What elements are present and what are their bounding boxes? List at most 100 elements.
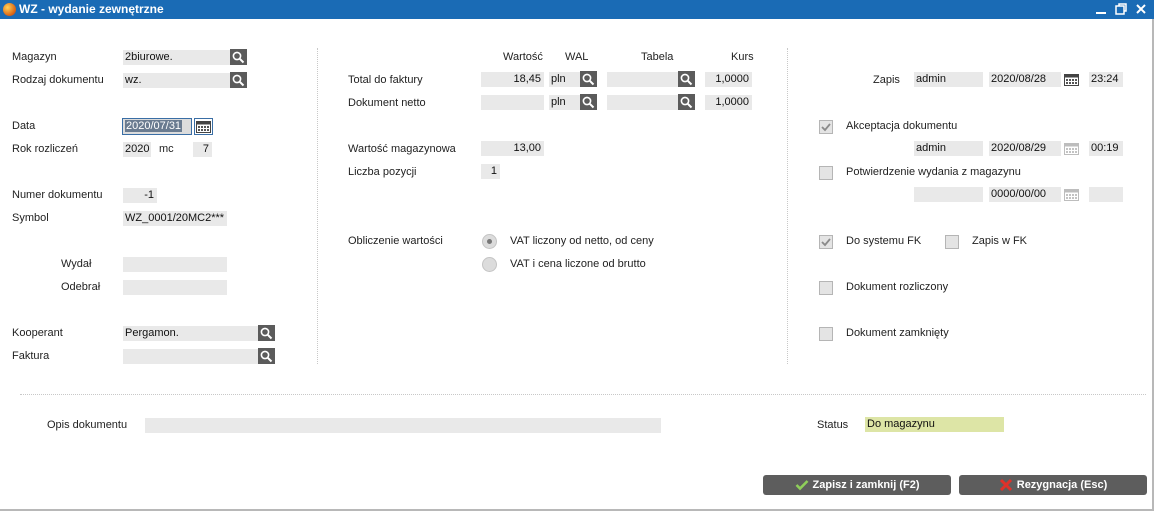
- title-bar: WZ - wydanie zewnętrzne: [0, 0, 1154, 19]
- restore-icon[interactable]: [1113, 2, 1129, 17]
- calendar-icon: [1064, 189, 1079, 201]
- numer-dokumentu-field[interactable]: -1: [123, 188, 157, 203]
- rodzaj-dokumentu-field[interactable]: wz.: [123, 73, 230, 88]
- liczba-pozycji-field[interactable]: 1: [481, 164, 500, 179]
- odebral-field[interactable]: [123, 280, 227, 295]
- magazyn-field[interactable]: 2biurowe.: [123, 50, 230, 65]
- zapis-date-field[interactable]: 2020/08/28: [989, 72, 1061, 87]
- total-wal-search-button[interactable]: [580, 71, 597, 87]
- save-and-close-button[interactable]: Zapisz i zamknij (F2): [763, 475, 951, 495]
- netto-tabela-field[interactable]: [607, 95, 678, 110]
- akceptacja-label: Akceptacja dokumentu: [846, 120, 958, 132]
- column-separator-right: [787, 48, 788, 364]
- search-icon: [232, 74, 245, 87]
- dokument-netto-label: Dokument netto: [348, 97, 426, 109]
- data-field[interactable]: 2020/07/31: [122, 118, 192, 135]
- dokument-netto-field[interactable]: [481, 95, 544, 110]
- akceptacja-date-field[interactable]: 2020/08/29: [989, 141, 1061, 156]
- search-icon: [232, 51, 245, 64]
- zapis-calendar-button[interactable]: [1063, 72, 1080, 87]
- opis-dokumentu-label: Opis dokumentu: [47, 419, 128, 431]
- minimize-icon[interactable]: [1093, 2, 1109, 17]
- radio-vat-od-netto[interactable]: [482, 234, 497, 249]
- potwierdzenie-user-field[interactable]: [914, 187, 983, 202]
- netto-tabela-search-button[interactable]: [678, 94, 695, 110]
- faktura-label: Faktura: [12, 350, 50, 362]
- odebral-label: Odebrał: [61, 281, 101, 293]
- dokument-zamkniety-label: Dokument zamknięty: [846, 327, 949, 339]
- do-systemu-fk-label: Do systemu FK: [846, 235, 922, 247]
- dokument-zamkniety-checkbox[interactable]: [819, 327, 833, 341]
- zapis-w-fk-label: Zapis w FK: [972, 235, 1028, 247]
- rodzaj-search-button[interactable]: [230, 72, 247, 88]
- akceptacja-calendar-button[interactable]: [1063, 141, 1080, 156]
- do-systemu-fk-checkbox[interactable]: [819, 235, 833, 249]
- faktura-field[interactable]: [123, 349, 258, 364]
- zapis-time-field[interactable]: 23:24: [1089, 72, 1123, 87]
- col-wal-header: WAL: [565, 51, 589, 63]
- checkmark-icon: [821, 123, 831, 132]
- search-icon: [582, 96, 595, 109]
- zapis-user-field[interactable]: admin: [914, 72, 983, 87]
- netto-wal-field[interactable]: pln: [549, 95, 580, 110]
- total-tabela-field[interactable]: [607, 72, 678, 87]
- obliczenie-wartosci-label: Obliczenie wartości: [348, 235, 443, 247]
- col-tabela-header: Tabela: [641, 51, 674, 63]
- akceptacja-checkbox[interactable]: [819, 120, 833, 134]
- status-field: Do magazynu: [865, 417, 1004, 432]
- radio-vat-od-brutto[interactable]: [482, 257, 497, 272]
- total-tabela-search-button[interactable]: [678, 71, 695, 87]
- rok-rozliczen-label: Rok rozliczeń: [12, 143, 79, 155]
- magazyn-label: Magazyn: [12, 51, 57, 63]
- close-icon[interactable]: [1133, 2, 1149, 17]
- wydal-field[interactable]: [123, 257, 227, 272]
- radio-vat-od-brutto-label: VAT i cena liczone od brutto: [510, 258, 646, 270]
- checkmark-icon: [821, 238, 831, 247]
- data-value: 2020/07/31: [125, 120, 183, 132]
- zapis-w-fk-checkbox[interactable]: [945, 235, 959, 249]
- kooperant-search-button[interactable]: [258, 325, 275, 341]
- mc-label: mc: [159, 143, 174, 155]
- wartosc-magazynowa-field[interactable]: 13,00: [481, 141, 544, 156]
- potwierdzenie-checkbox[interactable]: [819, 166, 833, 180]
- mc-field[interactable]: 7: [193, 142, 212, 157]
- window-title: WZ - wydanie zewnętrzne: [19, 2, 164, 16]
- numer-dokumentu-label: Numer dokumentu: [12, 189, 103, 201]
- cancel-button[interactable]: Rezygnacja (Esc): [959, 475, 1147, 495]
- search-icon: [680, 96, 693, 109]
- netto-kurs-field[interactable]: 1,0000: [705, 95, 752, 110]
- netto-wal-search-button[interactable]: [580, 94, 597, 110]
- status-label: Status: [817, 419, 849, 431]
- radio-selected-dot: [487, 239, 492, 244]
- total-do-faktury-label: Total do faktury: [348, 74, 423, 86]
- column-separator-left: [317, 48, 318, 364]
- symbol-field[interactable]: WZ_0001/20MC2***: [123, 211, 227, 226]
- rodzaj-dokumentu-label: Rodzaj dokumentu: [12, 74, 104, 86]
- zapis-label: Zapis: [873, 74, 900, 86]
- akceptacja-user-field[interactable]: admin: [914, 141, 983, 156]
- data-label: Data: [12, 120, 36, 132]
- search-icon: [260, 327, 273, 340]
- total-do-faktury-field[interactable]: 18,45: [481, 72, 544, 87]
- calendar-icon: [1064, 143, 1079, 155]
- akceptacja-time-field[interactable]: 00:19: [1089, 141, 1123, 156]
- cancel-label: Rezygnacja (Esc): [1016, 479, 1108, 492]
- radio-vat-od-netto-label: VAT liczony od netto, od ceny: [510, 235, 654, 247]
- total-wal-field[interactable]: pln: [549, 72, 580, 87]
- data-calendar-button[interactable]: [194, 118, 213, 135]
- rok-rozliczen-field[interactable]: 2020: [123, 142, 151, 157]
- wartosc-magazynowa-label: Wartość magazynowa: [348, 143, 456, 155]
- wydal-label: Wydał: [61, 258, 92, 270]
- kooperant-field[interactable]: Pergamon.: [123, 326, 258, 341]
- total-kurs-field[interactable]: 1,0000: [705, 72, 752, 87]
- potwierdzenie-calendar-button[interactable]: [1063, 187, 1080, 202]
- opis-dokumentu-field[interactable]: [145, 418, 661, 433]
- horizontal-separator: [20, 394, 1146, 395]
- dokument-rozliczony-checkbox[interactable]: [819, 281, 833, 295]
- potwierdzenie-date-field[interactable]: 0000/00/00: [989, 187, 1061, 202]
- magazyn-search-button[interactable]: [230, 49, 247, 65]
- faktura-search-button[interactable]: [258, 348, 275, 364]
- calendar-icon: [196, 121, 211, 133]
- potwierdzenie-time-field[interactable]: [1089, 187, 1123, 202]
- search-icon: [680, 73, 693, 86]
